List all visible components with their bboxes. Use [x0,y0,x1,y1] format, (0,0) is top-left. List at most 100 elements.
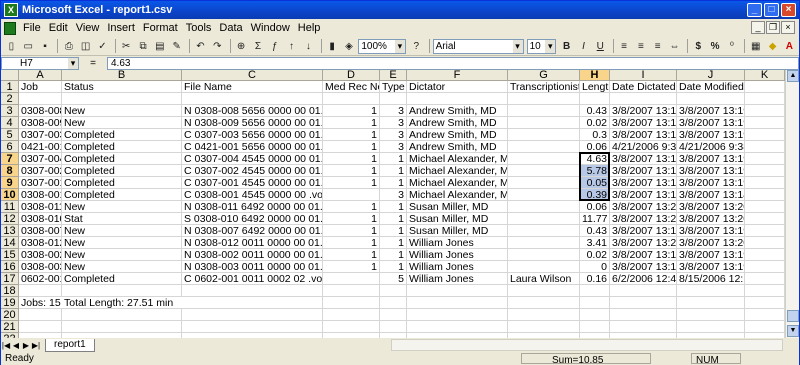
cell[interactable]: 3 [380,189,407,201]
cell[interactable]: 0308-007 [19,225,62,237]
cell[interactable]: 3 [380,117,407,129]
cell[interactable]: 11.77 [580,213,610,225]
cell[interactable]: C 0421-001 5656 0000 00 01.vox [182,141,323,153]
cell[interactable] [407,285,508,297]
cell[interactable]: 3/8/2007 13:19 [677,117,745,129]
cell[interactable]: 3/8/2007 13:20 [677,213,745,225]
cell[interactable]: 1 [380,249,407,261]
cell[interactable]: 1 [323,153,380,165]
maximize-button[interactable]: □ [764,3,779,17]
font-name-combo[interactable]: Arial [432,38,524,54]
cell[interactable] [182,93,323,105]
cell[interactable] [407,93,508,105]
row-header[interactable]: 5 [1,129,19,141]
cell[interactable]: C 0307-003 5656 0000 00 01.vox [182,129,323,141]
cell[interactable]: 0.06 [580,141,610,153]
cell[interactable]: 3/8/2007 13:14 [610,189,677,201]
cell[interactable] [323,321,380,333]
cell[interactable]: Michael Alexander, MD [407,177,508,189]
cell[interactable] [745,189,785,201]
cell[interactable]: New [62,225,182,237]
cell[interactable] [62,309,182,321]
cell[interactable]: Type [380,81,407,93]
cell[interactable] [508,285,580,297]
cell[interactable]: Completed [62,153,182,165]
cell[interactable]: 5.78 [580,165,610,177]
cell[interactable]: Susan Miller, MD [407,225,508,237]
column-header[interactable]: C [182,70,323,81]
cell[interactable] [508,225,580,237]
cell[interactable] [380,321,407,333]
cell[interactable] [610,285,677,297]
cell[interactable] [407,321,508,333]
prev-sheet-icon[interactable]: ◀ [11,341,21,350]
cell[interactable]: William Jones [407,249,508,261]
first-sheet-icon[interactable]: |◀ [1,341,11,350]
cell[interactable]: New [62,261,182,273]
cut-icon[interactable]: ✂ [119,39,134,54]
cell[interactable]: N 0308-008 5656 0000 00 01.vox [182,105,323,117]
underline-button[interactable]: U [593,39,608,54]
cell[interactable] [745,93,785,105]
cell[interactable]: William Jones [407,273,508,285]
cell[interactable] [182,285,323,297]
cell[interactable] [508,93,580,105]
cell[interactable]: 0421-001 [19,141,62,153]
cell[interactable]: 0.06 [580,201,610,213]
cell[interactable]: Job [19,81,62,93]
cell[interactable] [62,285,182,297]
cell[interactable]: 0307-001 [19,177,62,189]
cell[interactable]: 0.39 [580,189,610,201]
column-header[interactable]: D [323,70,380,81]
column-header[interactable]: A [19,70,62,81]
cell[interactable]: 1 [380,153,407,165]
cell[interactable] [508,153,580,165]
cell[interactable]: 1 [323,237,380,249]
cell[interactable]: Completed [62,273,182,285]
cell[interactable]: 0.16 [580,273,610,285]
cell[interactable]: N 0308-002 0011 0000 00 01.vox [182,249,323,261]
cell[interactable] [745,237,785,249]
minimize-button[interactable]: _ [747,3,762,17]
cell[interactable]: 3.41 [580,237,610,249]
column-header[interactable]: I [610,70,677,81]
cell[interactable] [323,297,380,309]
open-icon[interactable]: ▭ [21,39,36,54]
cell[interactable]: 3/8/2007 13:19 [610,225,677,237]
cell[interactable] [745,201,785,213]
cell[interactable]: 1 [323,141,380,153]
cell[interactable] [677,285,745,297]
fill-color-icon[interactable]: ◆ [765,39,780,54]
row-header[interactable]: 1 [1,81,19,93]
cell[interactable] [62,321,182,333]
column-header[interactable]: J [677,70,745,81]
cell[interactable]: File Name [182,81,323,93]
cell[interactable] [323,93,380,105]
cell[interactable] [508,237,580,249]
cell[interactable]: 1 [323,213,380,225]
redo-icon[interactable]: ↷ [210,39,225,54]
cell[interactable]: 3/8/2007 13:19 [677,225,745,237]
cell[interactable]: 1 [323,129,380,141]
row-header[interactable]: 15 [1,249,19,261]
cell[interactable] [745,261,785,273]
cell[interactable]: Andrew Smith, MD [407,117,508,129]
cell[interactable]: 0.02 [580,117,610,129]
format-painter-icon[interactable]: ✎ [169,39,184,54]
cell[interactable] [19,285,62,297]
cell[interactable]: Completed [62,165,182,177]
cell[interactable]: N 0308-007 6492 0000 00 01.vox [182,225,323,237]
cell[interactable] [380,309,407,321]
cell[interactable]: C 0307-004 4545 0000 00 01.vox [182,153,323,165]
row-header[interactable]: 14 [1,237,19,249]
cell[interactable] [745,213,785,225]
cell[interactable]: New [62,249,182,261]
print-icon[interactable]: ⎙ [61,39,76,54]
cell[interactable]: 0307-002 [19,165,62,177]
cell[interactable]: William Jones [407,237,508,249]
formula-input[interactable]: 4.63 [107,56,799,70]
cell[interactable] [745,225,785,237]
cell[interactable]: 6/2/2006 12:40 [610,273,677,285]
name-box[interactable]: H7 [1,56,79,70]
cell[interactable] [508,309,580,321]
